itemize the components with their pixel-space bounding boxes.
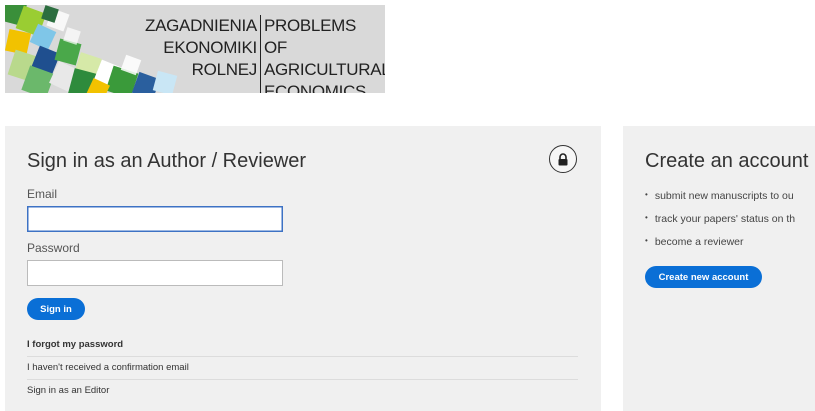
create-account-panel: Create an account submit new manuscripts…	[623, 126, 815, 411]
journal-title-line: ECONOMICS	[263, 82, 367, 93]
benefits-list: submit new manuscripts to ou track your …	[645, 188, 795, 257]
journal-title-english: PROBLEMS OF AGRICULTURAL ECONOMICS	[261, 15, 385, 93]
journal-title-line: PROBLEMS	[263, 16, 357, 35]
journal-title-line: OF AGRICULTURAL	[263, 38, 385, 79]
signin-panel: Sign in as an Author / Reviewer Email Pa…	[5, 126, 601, 411]
signin-links: I forgot my password I haven't received …	[27, 334, 578, 402]
journal-title: ZAGADNIENIA EKONOMIKI ROLNEJ PROBLEMS OF…	[145, 15, 385, 93]
journal-title-line: ROLNEJ	[191, 60, 258, 79]
resend-confirmation-link[interactable]: I haven't received a confirmation email	[27, 357, 578, 380]
email-label: Email	[27, 187, 58, 201]
benefit-item: become a reviewer	[645, 234, 795, 257]
benefit-item: submit new manuscripts to ou	[645, 188, 795, 211]
signin-title: Sign in as an Author / Reviewer	[27, 150, 307, 172]
create-account-title: Create an account	[645, 150, 809, 172]
journal-title-line: EKONOMIKI	[163, 38, 257, 57]
create-account-button[interactable]: Create new account	[645, 266, 762, 288]
journal-title-line: ZAGADNIENIA	[145, 16, 257, 35]
lock-button[interactable]	[549, 145, 577, 173]
email-field[interactable]	[27, 206, 283, 232]
lock-icon	[558, 152, 568, 165]
journal-banner[interactable]: ZAGADNIENIA EKONOMIKI ROLNEJ PROBLEMS OF…	[5, 5, 385, 93]
journal-title-polish: ZAGADNIENIA EKONOMIKI ROLNEJ	[145, 15, 261, 93]
benefit-item: track your papers' status on th	[645, 211, 795, 234]
password-label: Password	[27, 241, 80, 255]
editor-signin-link[interactable]: Sign in as an Editor	[27, 380, 578, 402]
forgot-password-link[interactable]: I forgot my password	[27, 334, 578, 357]
signin-button[interactable]: Sign in	[27, 298, 85, 320]
password-field[interactable]	[27, 260, 283, 286]
